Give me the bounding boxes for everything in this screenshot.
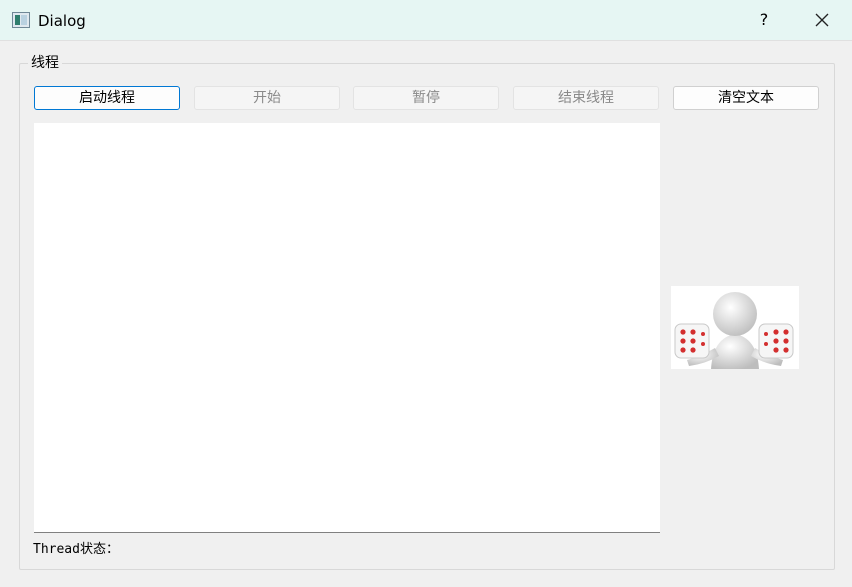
help-button[interactable]: ? [746, 4, 782, 36]
clear-text-button[interactable]: 清空文本 [673, 86, 819, 110]
start-thread-button[interactable]: 启动线程 [34, 86, 180, 110]
group-title: 线程 [28, 54, 62, 72]
output-text-area[interactable] [34, 123, 660, 533]
person-with-dice-image [671, 286, 799, 369]
close-icon [815, 13, 829, 27]
stop-thread-button[interactable]: 结束线程 [513, 86, 659, 110]
left-dice-icon [674, 323, 710, 359]
close-button[interactable] [806, 4, 838, 36]
window-app-icon [12, 12, 30, 28]
thread-status-label: Thread状态： [33, 542, 119, 557]
pause-button[interactable]: 暂停 [353, 86, 499, 110]
begin-button[interactable]: 开始 [194, 86, 340, 110]
right-dice-icon [758, 323, 794, 359]
window-title: Dialog [38, 12, 86, 30]
title-bar[interactable]: Dialog ? [0, 0, 852, 41]
